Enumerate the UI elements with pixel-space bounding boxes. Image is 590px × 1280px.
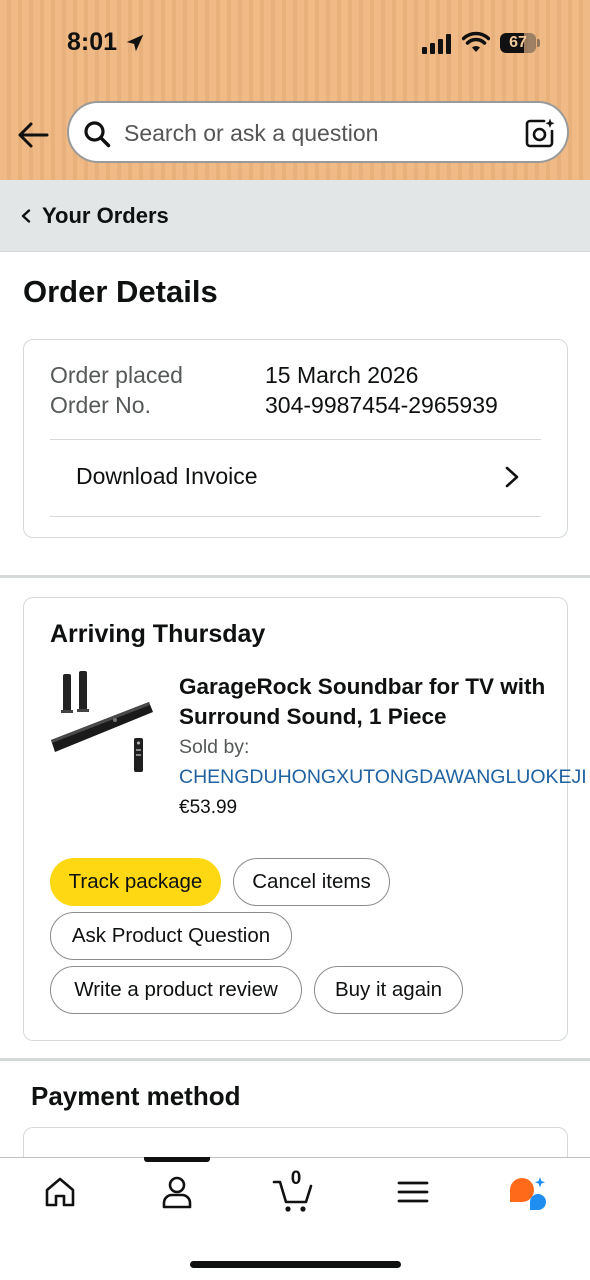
wifi-icon (462, 31, 490, 52)
bottom-navigation: 0 (0, 1157, 590, 1280)
nav-menu[interactable] (383, 1170, 443, 1222)
location-arrow-icon (126, 34, 144, 52)
chevron-left-icon (21, 209, 31, 223)
nav-home[interactable] (30, 1170, 90, 1222)
track-package-button[interactable]: Track package (50, 858, 221, 906)
account-icon (162, 1176, 192, 1209)
search-placeholder: Search or ask a question (124, 120, 379, 146)
cart-icon (272, 1180, 313, 1212)
sold-by-label: Sold by: (179, 736, 250, 758)
status-time: 8:01 (67, 28, 118, 56)
order-placed-label: Order placed (50, 362, 183, 388)
product-image[interactable] (49, 668, 157, 778)
buy-it-again-button[interactable]: Buy it again (314, 966, 463, 1014)
nav-account[interactable] (147, 1170, 207, 1222)
divider (50, 516, 541, 517)
download-invoice-label: Download Invoice (76, 463, 258, 489)
order-number-label: Order No. (50, 392, 151, 418)
seller-link[interactable]: CHENGDUHONGXUTONGDAWANGLUOKEJI (179, 766, 589, 789)
cancel-items-button[interactable]: Cancel items (233, 858, 390, 906)
battery-level-text: 67 (509, 34, 527, 51)
nav-cart[interactable]: 0 (266, 1168, 326, 1222)
app-header: 8:01 67 Search or ask a question (0, 0, 590, 180)
breadcrumb[interactable]: Your Orders (0, 180, 590, 252)
order-number-value: 304-9987454-2965939 (265, 392, 498, 418)
breadcrumb-your-orders[interactable]: Your Orders (42, 203, 169, 229)
download-invoice-row[interactable]: Download Invoice (50, 440, 541, 516)
product-price: €53.99 (179, 797, 238, 818)
back-arrow-icon[interactable] (16, 118, 50, 152)
order-summary-card: Order placed 15 March 2026 Order No. 304… (23, 339, 568, 538)
product-title[interactable]: GarageRock Soundbar for TV with Surround… (179, 672, 559, 732)
active-tab-indicator (144, 1157, 210, 1162)
payment-method-heading: Payment method (31, 1081, 241, 1111)
delivery-status: Arriving Thursday (50, 620, 266, 648)
nav-rufus[interactable] (496, 1170, 556, 1222)
rufus-icon (510, 1177, 546, 1210)
search-icon (84, 121, 111, 148)
ask-product-question-button[interactable]: Ask Product Question (50, 912, 292, 960)
menu-icon (397, 1181, 429, 1203)
search-input[interactable]: Search or ask a question (67, 101, 569, 163)
section-separator (0, 1058, 590, 1061)
shipment-card: Arriving Thursday GarageRock Soundbar fo… (23, 597, 587, 1041)
order-placed-value: 15 March 2026 (265, 362, 419, 388)
home-indicator-bar (190, 1261, 401, 1268)
page-title: Order Details (23, 274, 218, 309)
write-review-button[interactable]: Write a product review (50, 966, 302, 1014)
cellular-signal-icon (422, 34, 451, 54)
chevron-right-icon (505, 466, 519, 488)
home-icon (45, 1177, 75, 1207)
camera-lens-icon[interactable] (524, 117, 556, 149)
section-separator (0, 575, 590, 578)
battery-indicator: 67 (500, 33, 540, 53)
